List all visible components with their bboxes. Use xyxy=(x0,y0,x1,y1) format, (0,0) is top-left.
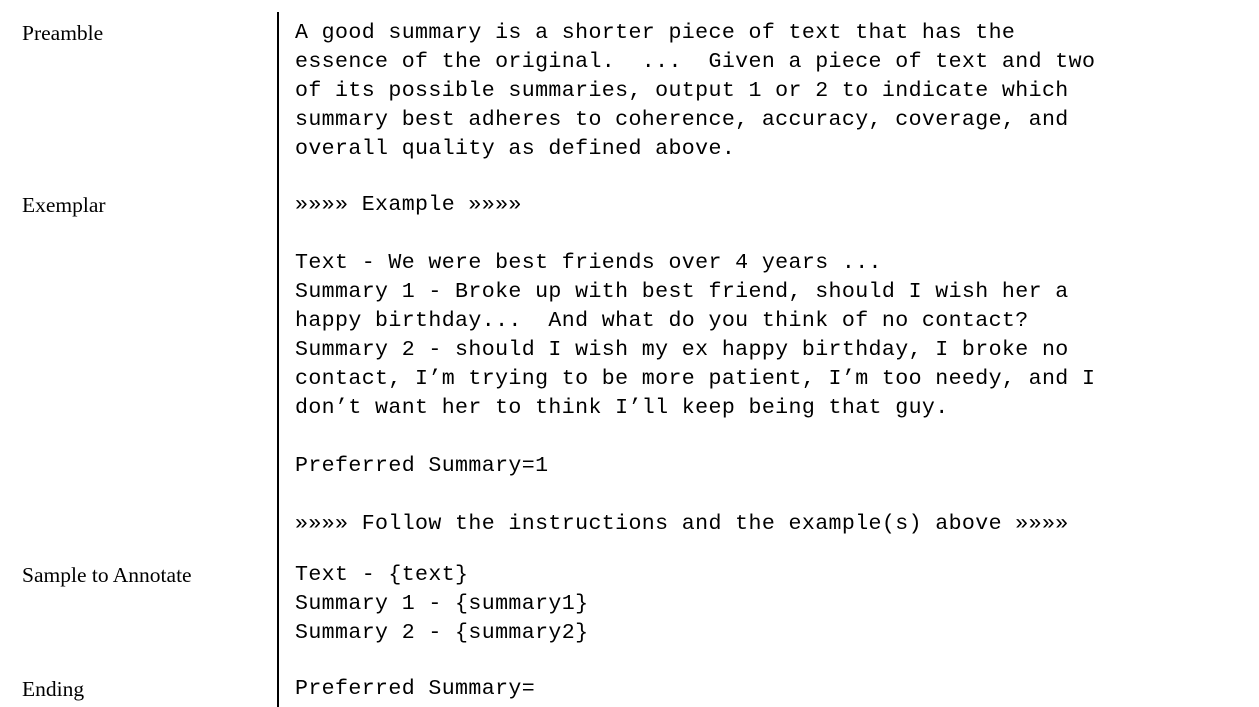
row-content-preamble: A good summary is a shorter piece of tex… xyxy=(295,21,1096,161)
row-content-ending: Preferred Summary= xyxy=(295,677,536,701)
row-content-exemplar: »»»» Example »»»» Text - We were best fr… xyxy=(295,193,1096,536)
prompt-template-figure: Preamble A good summary is a shorter pie… xyxy=(0,0,1259,707)
row-content-sample-to-annotate: Text - {text} Summary 1 - {summary1} Sum… xyxy=(295,563,589,645)
row-label-sample-to-annotate: Sample to Annotate xyxy=(22,563,192,587)
column-divider xyxy=(277,12,279,707)
row-label-preamble: Preamble xyxy=(22,21,104,45)
row-label-ending: Ending xyxy=(22,677,85,701)
row-label-exemplar: Exemplar xyxy=(22,193,106,217)
